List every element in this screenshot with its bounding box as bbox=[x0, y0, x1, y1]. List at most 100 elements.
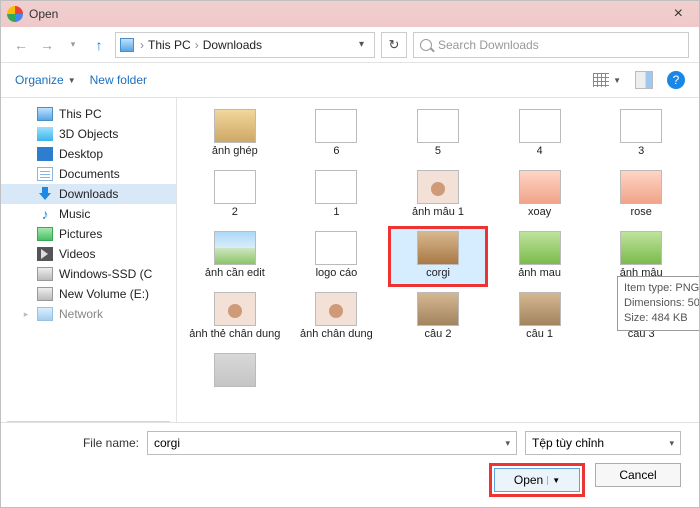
up-button[interactable]: ↑ bbox=[89, 35, 109, 55]
file-item[interactable] bbox=[187, 350, 283, 394]
file-item[interactable]: rose bbox=[593, 167, 689, 224]
tree-label: Videos bbox=[59, 247, 95, 261]
pc-icon bbox=[37, 107, 53, 121]
drive-icon bbox=[37, 267, 53, 281]
file-item[interactable]: 4 bbox=[492, 106, 588, 163]
file-item[interactable]: ảnh mẫu 1 bbox=[390, 167, 486, 224]
file-name: ảnh mau bbox=[518, 267, 561, 280]
search-placeholder: Search Downloads bbox=[438, 38, 539, 52]
file-name: rose bbox=[630, 206, 651, 219]
file-grid: ảnh ghép 6 5 4 3 2 1 ảnh mẫu 1 xoay rose ảnh cần e… bbox=[187, 106, 689, 394]
open-button[interactable]: Open ▼ bbox=[494, 468, 580, 492]
file-thumbnail bbox=[214, 170, 256, 204]
file-item[interactable]: ảnh chân dung bbox=[289, 289, 385, 346]
open-file-dialog: Open × ← → ▾ ↑ › This PC › Downloads ▾ ↻… bbox=[0, 0, 700, 508]
chevron-down-icon[interactable]: ▾ bbox=[505, 438, 510, 449]
filetype-select[interactable]: Tệp tùy chỉnh ▾ bbox=[525, 431, 681, 455]
file-name: 1 bbox=[333, 206, 339, 219]
close-button[interactable]: × bbox=[664, 3, 693, 25]
file-name: câu 1 bbox=[526, 328, 553, 341]
back-button[interactable]: ← bbox=[11, 35, 31, 55]
preview-pane-button[interactable] bbox=[635, 71, 653, 89]
breadcrumb[interactable]: › This PC › Downloads ▾ bbox=[115, 32, 375, 58]
file-item[interactable]: ảnh ghép bbox=[187, 106, 283, 163]
organize-menu[interactable]: Organize ▼ bbox=[15, 73, 76, 87]
file-name: ảnh chân dung bbox=[300, 328, 373, 341]
help-button[interactable]: ? bbox=[667, 71, 685, 89]
file-item[interactable]: logo cáo bbox=[289, 228, 385, 285]
dialog-body: This PC 3D Objects DesktopDocuments Downloa… bbox=[1, 97, 699, 422]
tree-item-new-volume-e-[interactable]: New Volume (E:) bbox=[1, 284, 176, 304]
file-thumbnail bbox=[315, 292, 357, 326]
file-item[interactable]: ảnh mau bbox=[492, 228, 588, 285]
tree-item-videos[interactable]: Videos bbox=[1, 244, 176, 264]
file-thumbnail bbox=[620, 109, 662, 143]
file-item[interactable]: ảnh cần edit bbox=[187, 228, 283, 285]
new-folder-button[interactable]: New folder bbox=[90, 73, 147, 87]
file-name: 6 bbox=[333, 145, 339, 158]
chevron-down-icon: ▼ bbox=[68, 76, 76, 85]
tree-item-downloads[interactable]: Downloads bbox=[1, 184, 176, 204]
file-name: ảnh cần edit bbox=[205, 267, 265, 280]
file-item[interactable]: 2 bbox=[187, 167, 283, 224]
titlebar: Open × bbox=[1, 1, 699, 27]
tree-item-3d-objects[interactable]: 3D Objects bbox=[1, 124, 176, 144]
search-input[interactable]: Search Downloads bbox=[413, 32, 689, 58]
cancel-button[interactable]: Cancel bbox=[595, 463, 681, 487]
file-item[interactable]: 3 bbox=[593, 106, 689, 163]
file-name: 3 bbox=[638, 145, 644, 158]
breadcrumb-drop[interactable]: ▾ bbox=[353, 39, 370, 50]
breadcrumb-seg[interactable]: Downloads bbox=[203, 38, 262, 52]
file-thumbnail bbox=[214, 292, 256, 326]
chevron-down-icon[interactable]: ▼ bbox=[547, 476, 560, 485]
tree-item-music[interactable]: ♪Music bbox=[1, 204, 176, 224]
tree-label: Downloads bbox=[59, 187, 118, 201]
tree-label: Network bbox=[59, 307, 103, 321]
file-name: ảnh ghép bbox=[212, 145, 258, 158]
filename-input[interactable]: corgi ▾ bbox=[147, 431, 517, 455]
file-item[interactable]: xoay bbox=[492, 167, 588, 224]
file-thumbnail bbox=[315, 109, 357, 143]
tree-item-windows-ssd-c[interactable]: Windows-SSD (C bbox=[1, 264, 176, 284]
pic-icon bbox=[37, 227, 53, 241]
toolbar: Organize ▼ New folder ▼ ? bbox=[1, 63, 699, 97]
tree-label: This PC bbox=[59, 107, 102, 121]
file-item[interactable]: 1 bbox=[289, 167, 385, 224]
file-thumbnail bbox=[519, 231, 561, 265]
file-thumbnail bbox=[214, 109, 256, 143]
pc-icon bbox=[120, 38, 134, 52]
file-thumbnail bbox=[620, 231, 662, 265]
file-item[interactable]: 6 bbox=[289, 106, 385, 163]
tree-label: New Volume (E:) bbox=[59, 287, 149, 301]
file-item[interactable]: câu 1 bbox=[492, 289, 588, 346]
file-item[interactable]: corgi bbox=[390, 228, 486, 285]
open-highlight: Open ▼ bbox=[489, 463, 585, 497]
file-item[interactable]: ảnh thẻ chân dung bbox=[187, 289, 283, 346]
tree-item-this-pc[interactable]: This PC bbox=[1, 104, 176, 124]
refresh-button[interactable]: ↻ bbox=[381, 32, 407, 58]
footer: File name: corgi ▾ Tệp tùy chỉnh ▾ Open … bbox=[1, 422, 699, 507]
file-thumbnail bbox=[519, 170, 561, 204]
history-drop[interactable]: ▾ bbox=[63, 35, 83, 55]
file-thumbnail bbox=[417, 231, 459, 265]
file-item[interactable]: câu 2 bbox=[390, 289, 486, 346]
tree-item-documents[interactable]: Documents bbox=[1, 164, 176, 184]
file-tooltip: Item type: PNG File Dimensions: 500 x 46… bbox=[617, 276, 699, 331]
tree-item-network[interactable]: ▸ Network bbox=[1, 304, 176, 324]
expand-icon: ▸ bbox=[21, 309, 31, 320]
file-name: 4 bbox=[537, 145, 543, 158]
filename-label: File name: bbox=[19, 436, 139, 450]
file-thumbnail bbox=[417, 292, 459, 326]
tree-label: Pictures bbox=[59, 227, 102, 241]
breadcrumb-seg[interactable]: This PC bbox=[148, 38, 191, 52]
tree-label: Windows-SSD (C bbox=[59, 267, 152, 281]
tree-item-desktop[interactable]: Desktop bbox=[1, 144, 176, 164]
file-name: xoay bbox=[528, 206, 551, 219]
tree-item-pictures[interactable]: Pictures bbox=[1, 224, 176, 244]
grid-view-icon bbox=[593, 73, 609, 87]
forward-button[interactable]: → bbox=[37, 35, 57, 55]
view-mode-button[interactable]: ▼ bbox=[593, 73, 621, 87]
chevron-down-icon[interactable]: ▾ bbox=[669, 438, 674, 449]
file-item[interactable]: 5 bbox=[390, 106, 486, 163]
tree-label: 3D Objects bbox=[59, 127, 118, 141]
